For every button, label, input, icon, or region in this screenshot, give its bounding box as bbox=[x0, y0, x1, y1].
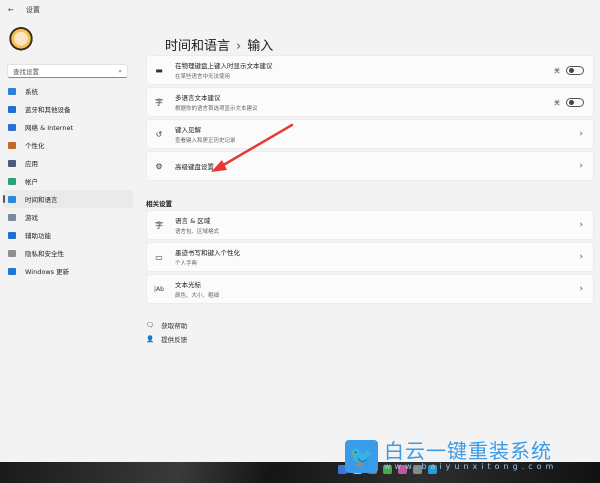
watermark-cn: 白云一键重装系统 bbox=[384, 439, 552, 463]
watermark-en: www.baiyunxitong.com bbox=[384, 462, 558, 471]
bird-logo-icon: 🐦 bbox=[345, 440, 378, 473]
settings-window: ← 设置 查找设置 ⌕ 系统 蓝牙和其他设备 网络 & Internet 个性化 应用帐… bbox=[0, 0, 600, 462]
red-annotation-arrow bbox=[211, 123, 294, 172]
watermark: 🐦 白云一键重装系统 www.baiyunxitong.com bbox=[345, 440, 557, 473]
